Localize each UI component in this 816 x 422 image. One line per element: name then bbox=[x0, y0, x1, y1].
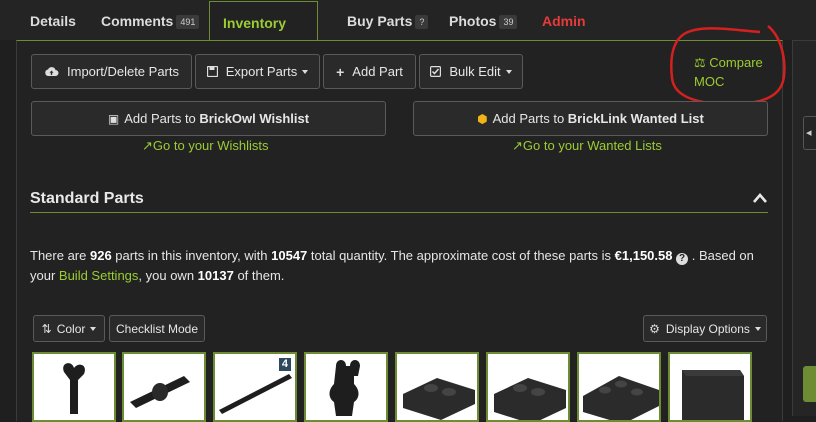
external-link-icon: ↗ bbox=[512, 138, 523, 153]
total-quantity: 10547 bbox=[271, 248, 308, 263]
add-part-button[interactable]: + Add Part bbox=[323, 54, 416, 89]
tab-label: Details bbox=[30, 13, 76, 29]
button-label: Add Part bbox=[352, 64, 403, 79]
section-divider bbox=[30, 212, 768, 213]
go-to-wishlists-link[interactable]: ↗Go to your Wishlists bbox=[142, 138, 269, 154]
summary-text: total quantity. The approximate cost of … bbox=[307, 248, 615, 263]
button-label: Export Parts bbox=[225, 64, 298, 79]
quantity-badge: 4 bbox=[278, 358, 291, 371]
tab-label: Comments bbox=[101, 13, 174, 29]
save-icon bbox=[206, 66, 218, 77]
color-sort-button[interactable]: ⇅ Color bbox=[33, 315, 105, 342]
caret-down-icon bbox=[505, 69, 512, 74]
bricklink-cube-icon: ⬢ bbox=[477, 111, 488, 126]
red-annotation-circle bbox=[670, 25, 786, 106]
tab-details[interactable]: Details bbox=[30, 0, 76, 40]
go-to-wanted-lists-link[interactable]: ↗Go to your Wanted Lists bbox=[512, 138, 662, 154]
gear-icon: ⚙ bbox=[649, 321, 660, 336]
tab-inventory[interactable]: Inventory10547 bbox=[209, 1, 318, 73]
button-label: Display Options bbox=[665, 321, 750, 336]
button-label: Import/Delete Parts bbox=[67, 64, 179, 79]
tab-count-badge: ? bbox=[415, 15, 429, 29]
tab-buy-parts[interactable]: Buy Parts? bbox=[347, 0, 429, 40]
export-parts-button[interactable]: Export Parts bbox=[195, 54, 320, 89]
approximate-cost: €1,150.58 bbox=[614, 248, 673, 263]
chevron-up-icon[interactable] bbox=[752, 192, 768, 204]
summary-text: parts in this inventory, with bbox=[111, 248, 272, 263]
clip-part-image bbox=[63, 363, 85, 414]
tab-label: Buy Parts bbox=[347, 13, 413, 29]
button-label: Checklist Mode bbox=[115, 321, 199, 336]
plus-icon: + bbox=[336, 63, 345, 80]
link-label: Go to your Wanted Lists bbox=[522, 138, 662, 153]
part-thumbnail[interactable] bbox=[395, 352, 479, 422]
bar-holder-part-image bbox=[329, 360, 360, 416]
checklist-mode-button[interactable]: Checklist Mode bbox=[109, 315, 205, 342]
part-thumbnail[interactable] bbox=[122, 352, 206, 422]
tab-label: Photos bbox=[449, 13, 497, 29]
tab-admin[interactable]: Admin bbox=[542, 0, 586, 40]
button-label: Add Parts to bbox=[124, 111, 200, 126]
part-thumbnail[interactable] bbox=[486, 352, 570, 422]
import-delete-parts-button[interactable]: Import/Delete Parts bbox=[31, 54, 192, 89]
part-thumbnail[interactable] bbox=[668, 352, 752, 422]
tab-label: Admin bbox=[542, 13, 586, 29]
summary-text: , you own bbox=[138, 268, 198, 283]
tab-count-badge: 491 bbox=[176, 15, 200, 29]
button-label: Bulk Edit bbox=[449, 64, 501, 79]
bracket-part-image bbox=[494, 378, 566, 420]
part-thumbnail[interactable] bbox=[32, 352, 116, 422]
part-thumbnail[interactable] bbox=[577, 352, 661, 422]
caret-down-icon bbox=[302, 69, 309, 74]
sort-icon: ⇅ bbox=[41, 321, 52, 336]
chevron-left-icon: ◂ bbox=[806, 127, 812, 139]
owned-count: 10137 bbox=[197, 268, 234, 283]
part-thumbnail[interactable]: 4 bbox=[213, 352, 297, 422]
bulk-edit-button[interactable]: Bulk Edit bbox=[419, 54, 523, 89]
tab-label: Inventory bbox=[223, 15, 287, 31]
inventory-summary: There are 926 parts in this inventory, w… bbox=[30, 246, 780, 286]
add-to-brickowl-wishlist-button[interactable]: ▣ Add Parts to BrickOwl Wishlist bbox=[31, 101, 386, 136]
section-title: Standard Parts bbox=[30, 190, 144, 207]
display-options-button[interactable]: ⚙ Display Options bbox=[643, 315, 767, 342]
tab-comments[interactable]: Comments 491 bbox=[101, 0, 200, 40]
caret-down-icon bbox=[90, 326, 97, 331]
cloud-upload-icon bbox=[45, 67, 59, 76]
right-sidebar bbox=[792, 40, 816, 416]
part-thumbnail[interactable] bbox=[304, 352, 388, 422]
offset-plate-part-image bbox=[583, 376, 659, 420]
button-label-bold: BrickOwl Wishlist bbox=[199, 111, 310, 126]
link-label: Go to your Wishlists bbox=[152, 138, 269, 153]
help-icon[interactable]: ? bbox=[676, 253, 689, 265]
button-label: Add Parts to bbox=[492, 111, 568, 126]
add-to-bricklink-wanted-list-button[interactable]: ⬢ Add Parts to BrickLink Wanted List bbox=[413, 101, 768, 136]
owl-icon: ▣ bbox=[107, 111, 120, 126]
summary-text: of them. bbox=[233, 268, 285, 283]
tab-count-badge: 39 bbox=[499, 15, 518, 29]
sidebar-action-button[interactable] bbox=[803, 366, 816, 402]
summary-text: There are bbox=[30, 248, 90, 263]
caret-down-icon bbox=[754, 326, 761, 331]
checkbox-icon bbox=[430, 66, 442, 77]
parts-count: 926 bbox=[89, 248, 112, 263]
button-label-bold: BrickLink Wanted List bbox=[567, 111, 704, 126]
sidebar-toggle-button[interactable]: ◂ bbox=[803, 116, 816, 150]
tab-photos[interactable]: Photos 39 bbox=[449, 0, 518, 40]
external-link-icon: ↗ bbox=[142, 138, 153, 153]
bar-part-image bbox=[130, 376, 190, 408]
build-settings-link[interactable]: Build Settings bbox=[59, 268, 139, 283]
inverted-bracket-part-image bbox=[682, 370, 744, 420]
button-label: Color bbox=[56, 321, 86, 336]
plate-part-image bbox=[403, 378, 475, 420]
